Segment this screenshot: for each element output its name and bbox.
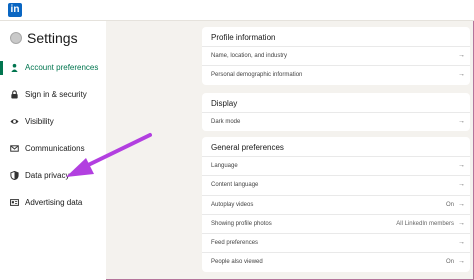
- setting-row-autoplay-videos[interactable]: Autoplay videos On →: [202, 194, 470, 214]
- setting-row-dark-mode[interactable]: Dark mode →: [202, 112, 470, 131]
- arrow-right-icon: →: [458, 52, 465, 59]
- settings-header: Settings: [10, 30, 78, 46]
- id-card-icon: [10, 199, 19, 206]
- row-value: On: [445, 201, 454, 208]
- row-value: On: [445, 259, 454, 266]
- row-label: People also viewed: [211, 259, 263, 266]
- arrow-right-icon: →: [458, 219, 465, 227]
- sidebar-item-sign-in-security[interactable]: Sign in & security: [10, 90, 87, 99]
- arrow-right-icon: →: [458, 118, 465, 125]
- setting-row-demographic-info[interactable]: Personal demographic information →: [202, 65, 470, 84]
- row-label: Personal demographic information: [211, 72, 303, 79]
- setting-row-name-location-industry[interactable]: Name, location, and industry →: [202, 46, 470, 65]
- lock-icon: [11, 90, 18, 99]
- linkedin-logo[interactable]: in: [8, 3, 22, 17]
- setting-row-content-language[interactable]: Content language →: [202, 175, 470, 194]
- setting-row-feed-preferences[interactable]: Feed preferences →: [202, 233, 470, 252]
- row-label: Showing profile photos: [211, 220, 272, 227]
- arrow-right-icon: →: [458, 239, 465, 247]
- top-bar: in: [0, 0, 474, 21]
- sidebar-item-label: Advertising data: [25, 198, 83, 207]
- arrow-right-icon: →: [458, 71, 465, 79]
- setting-row-showing-profile-photos[interactable]: Showing profile photos All LinkedIn memb…: [202, 213, 470, 233]
- active-indicator: [0, 61, 3, 75]
- shield-icon: [10, 171, 19, 180]
- sidebar-item-advertising-data[interactable]: Advertising data: [10, 198, 82, 207]
- arrow-right-icon: →: [458, 200, 465, 208]
- row-label: Dark mode: [211, 119, 241, 125]
- section-profile-information: Profile information Name, location, and …: [202, 27, 470, 85]
- arrow-right-icon: →: [458, 162, 465, 169]
- row-label: Name, location, and industry: [211, 53, 288, 59]
- row-label: Feed preferences: [211, 240, 259, 247]
- sidebar-item-label: Communications: [25, 144, 85, 153]
- arrow-right-icon: →: [458, 258, 465, 266]
- section-display: Display Dark mode →: [202, 93, 470, 132]
- sidebar-item-account-preferences[interactable]: Account preferences: [10, 63, 98, 72]
- row-value: All LinkedIn members: [396, 220, 454, 227]
- section-title: Profile information: [211, 33, 276, 42]
- page-title: Settings: [27, 30, 78, 46]
- setting-row-people-also-viewed[interactable]: People also viewed On →: [202, 252, 470, 271]
- sidebar-item-label: Data privacy: [25, 171, 70, 180]
- section-general-preferences: General preferences Language → Content l…: [202, 137, 470, 272]
- sidebar-item-communications[interactable]: Communications: [10, 144, 85, 153]
- setting-row-language[interactable]: Language →: [202, 156, 470, 175]
- row-label: Language: [211, 163, 238, 169]
- sidebar-item-visibility[interactable]: Visibility: [10, 117, 54, 126]
- arrow-right-icon: →: [458, 181, 465, 189]
- row-label: Autoplay videos: [211, 201, 254, 208]
- sidebar-item-label: Sign in & security: [25, 90, 87, 99]
- envelope-icon: [10, 145, 19, 152]
- section-title: Display: [211, 99, 238, 108]
- row-label: Content language: [211, 182, 259, 189]
- sidebar-item-label: Account preferences: [25, 63, 99, 72]
- sidebar-item-label: Visibility: [25, 117, 54, 126]
- avatar[interactable]: [10, 32, 22, 44]
- person-icon: [11, 63, 18, 72]
- sidebar-item-data-privacy[interactable]: Data privacy: [10, 171, 69, 180]
- settings-sidebar: Settings Account preferences Sign in & s…: [0, 21, 106, 280]
- eye-icon: [10, 119, 19, 124]
- section-title: General preferences: [211, 143, 284, 152]
